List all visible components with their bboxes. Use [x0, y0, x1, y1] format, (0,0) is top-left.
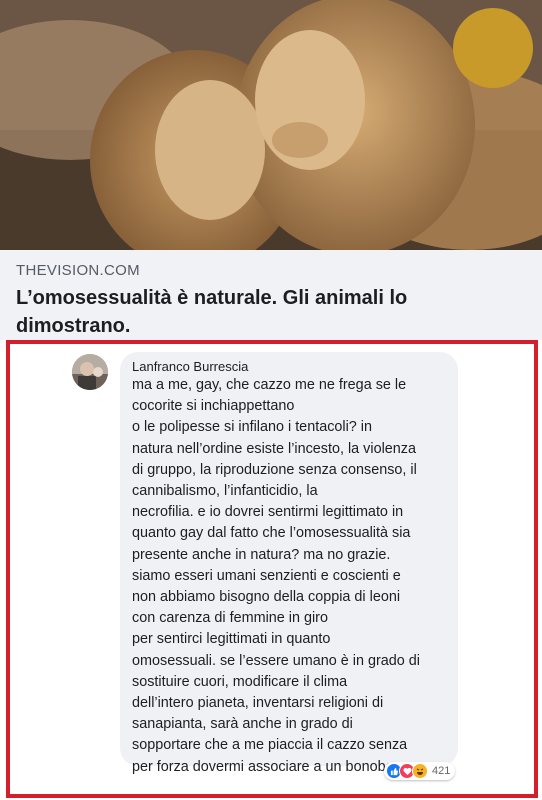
comment-author[interactable]: Lanfranco Burrescia — [132, 359, 248, 374]
link-title[interactable]: L’omosessualità è naturale. Gli animali … — [16, 284, 526, 340]
lions-photo-graphic — [0, 0, 542, 250]
haha-icon — [412, 763, 428, 779]
lions-photo[interactable] — [0, 0, 542, 250]
link-domain[interactable]: THEVISION.COM — [16, 262, 140, 279]
avatar-graphic — [72, 354, 108, 390]
user-avatar-icon[interactable] — [72, 354, 108, 390]
reaction-count: 421 — [432, 765, 451, 777]
reactions-summary[interactable]: 421 — [384, 762, 456, 780]
comment-text: ma a me, gay, che cazzo me ne frega se l… — [132, 377, 420, 775]
